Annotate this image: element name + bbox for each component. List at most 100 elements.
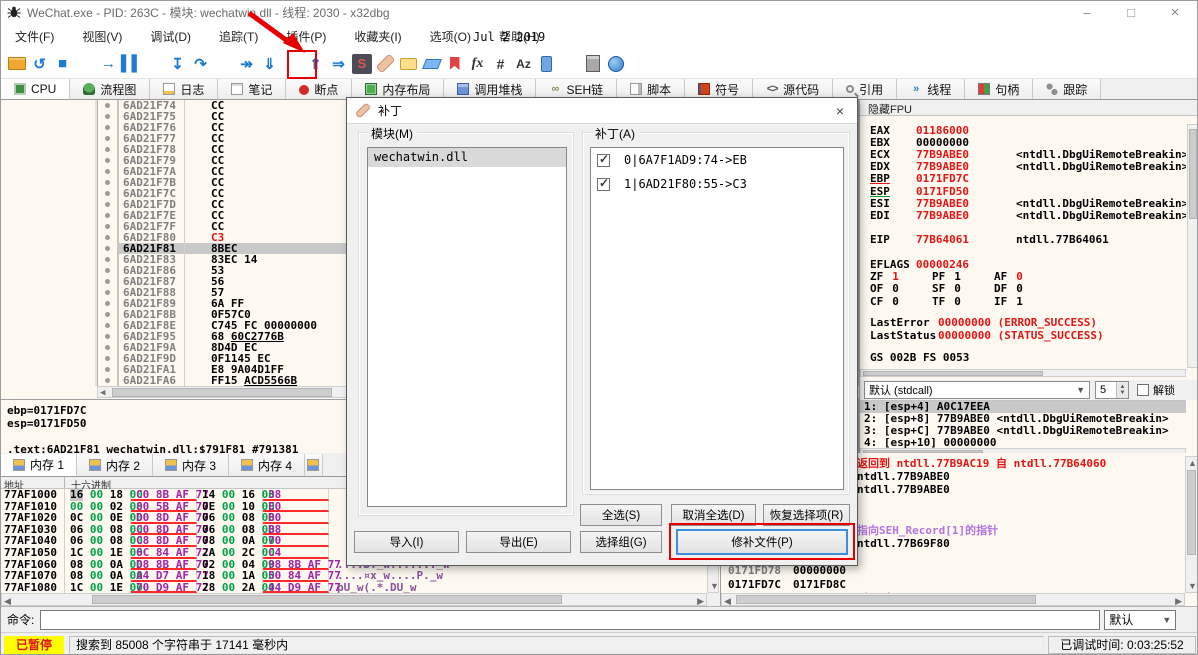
address-column-header[interactable]: 地址 — [1, 477, 65, 492]
function-icon[interactable]: fx — [466, 52, 489, 76]
breakpoint-dot[interactable] — [104, 312, 110, 317]
tab-seh[interactable]: ∞ SEH链 — [536, 79, 618, 99]
tab-references[interactable]: 引用 — [833, 79, 898, 99]
register-row[interactable]: EIP 77B64061 ntdll.77B64061 — [860, 233, 1186, 246]
breakpoint-dot[interactable] — [104, 334, 110, 339]
register-row[interactable]: EDI 77B9ABE0 <ntdll.DbgUiRemoteBreakin> — [860, 209, 1186, 222]
calculator-icon[interactable] — [581, 52, 604, 76]
patch-list-item[interactable]: 0|6A7F1AD9:74->EB — [591, 148, 843, 172]
dialog-close-button[interactable]: × — [829, 101, 851, 121]
register-row[interactable]: ESI 77B9ABE0 <ntdll.DbgUiRemoteBreakin> — [860, 197, 1186, 210]
stack-hscrollbar[interactable]: ◀ ▶ — [721, 593, 1185, 606]
hash-icon[interactable]: # — [489, 52, 512, 76]
maximize-button[interactable]: □ — [1109, 1, 1153, 23]
module-list[interactable]: wechatwin.dll — [367, 147, 567, 507]
flag[interactable]: PF 1 — [932, 270, 994, 283]
patch-dialog-titlebar[interactable]: 补丁 × — [347, 98, 857, 124]
argument-row[interactable]: 3: [esp+C] 77B9ABE0 <ntdll.DbgUiRemoteBr… — [860, 425, 1186, 437]
tab-memory-map[interactable]: 内存布局 — [352, 79, 445, 99]
globe-icon[interactable] — [604, 52, 627, 76]
tab-source[interactable]: <> 源代码 — [753, 79, 834, 99]
register-row[interactable]: EBP 0171FD7C — [860, 172, 1186, 185]
breakpoint-dot[interactable] — [104, 345, 110, 350]
patch-checkbox[interactable] — [597, 176, 610, 191]
breakpoint-dot[interactable] — [104, 147, 110, 152]
import-button[interactable]: 导入(I) — [354, 531, 459, 553]
flag[interactable]: DF 0 — [994, 282, 1094, 295]
select-group-button[interactable]: 选择组(G) — [580, 531, 662, 553]
flag[interactable]: AF 0 — [994, 270, 1094, 283]
restart-icon[interactable]: ↺ — [28, 52, 51, 76]
hide-fpu-button[interactable]: 隐藏FPU — [860, 100, 1197, 116]
menu-plugins[interactable]: 插件(P) — [280, 24, 340, 49]
flag[interactable]: TF 0 — [932, 295, 994, 308]
tab-dump-2[interactable]: 内存 2 — [77, 454, 154, 476]
argument-count-spinner[interactable]: 5 ▲ ▼ — [1095, 381, 1129, 399]
register-row[interactable]: EDX 77B9ABE0 <ntdll.DbgUiRemoteBreakin> — [860, 160, 1186, 173]
breakpoint-dot[interactable] — [104, 323, 110, 328]
open-file-icon[interactable] — [5, 52, 28, 76]
command-input[interactable] — [40, 609, 1101, 630]
flag[interactable]: CF 0 — [870, 295, 932, 308]
tab-call-stack[interactable]: 调用堆栈 — [444, 79, 537, 99]
tab-cpu[interactable]: CPU — [1, 79, 71, 99]
breakpoint-dot[interactable] — [104, 125, 110, 130]
patch-list-item[interactable]: 1|6AD21F80:55->C3 — [591, 172, 843, 196]
comment-icon[interactable] — [397, 52, 420, 76]
select-all-button[interactable]: 全选(S) — [580, 504, 662, 526]
run-until-user-icon[interactable]: ⇒ — [327, 52, 350, 76]
breakpoint-dot[interactable] — [104, 224, 110, 229]
dump-row[interactable]: 77AF1080 1C 00 1E 00 70 D9 AF 77 28 00 2… — [1, 581, 720, 593]
stack-vscrollbar[interactable]: ▲ ▼ — [1185, 456, 1197, 593]
register-row[interactable]: EBX 00000000 — [860, 136, 1186, 149]
step-into-icon[interactable]: ↧ — [166, 52, 189, 76]
patch-file-button[interactable]: 修补文件(P) — [676, 529, 848, 555]
menu-file[interactable]: 文件(F) — [9, 24, 68, 49]
register-row[interactable]: EAX 01186000 — [860, 124, 1186, 137]
breakpoint-dot[interactable] — [104, 301, 110, 306]
argument-row[interactable]: 1: [esp+4] A0C17EEA — [860, 401, 1186, 413]
breakpoint-dot[interactable] — [104, 103, 110, 108]
calling-convention-select[interactable]: 默认 (stdcall) ▼ — [864, 381, 1090, 399]
run-to-user-code-icon[interactable]: ⇓ — [258, 52, 281, 76]
tab-symbols[interactable]: 符号 — [685, 79, 754, 99]
breakpoint-dot[interactable] — [104, 136, 110, 141]
breakpoint-dot[interactable] — [104, 356, 110, 361]
case-icon[interactable]: Az — [512, 52, 535, 76]
tab-notes[interactable]: 笔记 — [218, 79, 287, 99]
label-icon[interactable] — [420, 52, 443, 76]
tab-breakpoints[interactable]: 断点 — [286, 79, 353, 99]
execute-till-return-icon[interactable]: ↠ — [235, 52, 258, 76]
pause-icon[interactable]: ▌▌ — [120, 52, 143, 76]
unlock-checkbox[interactable] — [1137, 384, 1149, 396]
flag[interactable]: ZF 1 — [870, 270, 932, 283]
tab-handles[interactable]: 句柄 — [965, 79, 1034, 99]
breakpoint-dot[interactable] — [104, 114, 110, 119]
breakpoint-dot[interactable] — [104, 213, 110, 218]
breakpoint-dot[interactable] — [104, 191, 110, 196]
flag[interactable]: IF 1 — [994, 295, 1094, 308]
patch-list[interactable]: 0|6A7F1AD9:74->EB 1|6AD21F80:55->C3 — [590, 147, 844, 490]
flag[interactable]: SF 0 — [932, 282, 994, 295]
breakpoint-dot[interactable] — [104, 169, 110, 174]
menu-debug[interactable]: 调试(D) — [144, 24, 205, 49]
register-row[interactable] — [860, 222, 1186, 234]
argument-row[interactable]: 2: [esp+8] 77B9ABE0 <ntdll.DbgUiRemoteBr… — [860, 413, 1186, 425]
breakpoint-dot[interactable] — [104, 257, 110, 262]
export-button[interactable]: 导出(E) — [466, 531, 571, 553]
breakpoint-dot[interactable] — [104, 268, 110, 273]
tab-dump-4[interactable]: 内存 4 — [229, 454, 306, 476]
step-over-icon[interactable]: ↷ — [189, 52, 212, 76]
breakpoint-dot[interactable] — [104, 202, 110, 207]
spinner-arrows-icon[interactable]: ▲ ▼ — [1116, 382, 1128, 398]
module-list-item[interactable]: wechatwin.dll — [368, 148, 566, 167]
register-row[interactable]: ECX 77B9ABE0 <ntdll.DbgUiRemoteBreakin> — [860, 148, 1186, 161]
stop-icon[interactable]: ■ — [51, 52, 74, 76]
breakpoint-dot[interactable] — [104, 290, 110, 295]
register-row[interactable]: EFLAGS 00000246 — [860, 258, 1186, 271]
registers-hscrollbar[interactable] — [860, 369, 1186, 377]
close-button[interactable]: × — [1153, 1, 1197, 23]
stack-row[interactable]: 0171FD78 00000000 — [721, 564, 1184, 578]
breakpoint-dot[interactable] — [104, 279, 110, 284]
bookmark-icon[interactable] — [443, 52, 466, 76]
